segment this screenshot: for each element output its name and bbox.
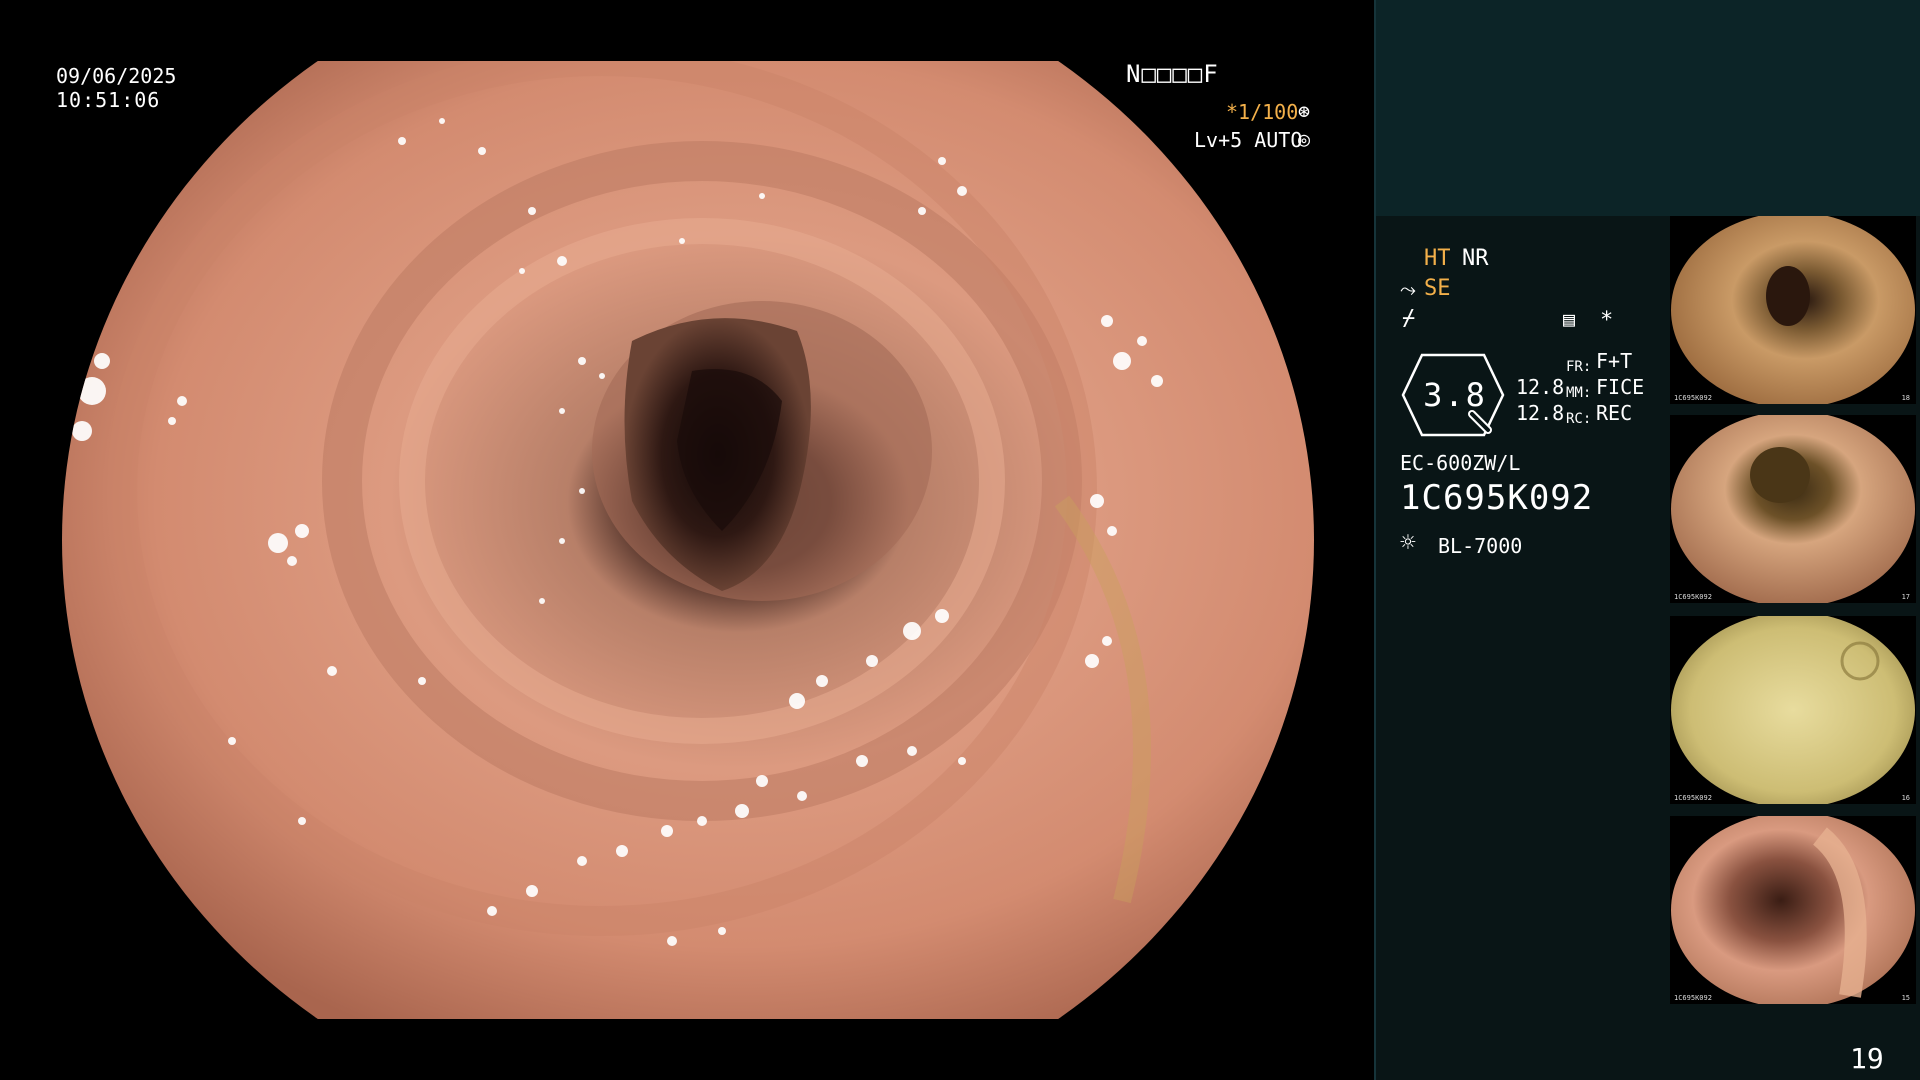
colon-lumen-image xyxy=(62,61,1314,1019)
rc-value: REC xyxy=(1596,401,1633,425)
fr-label: FR: xyxy=(1566,359,1592,375)
panel-header-area xyxy=(1374,0,1920,216)
grid-icon: ▤ xyxy=(1563,307,1576,331)
iris-icon: ◎ xyxy=(1298,127,1311,151)
thumbnail-number: 16 xyxy=(1901,794,1910,802)
enhance-icon: ⌿ xyxy=(1402,306,1416,331)
panel-divider xyxy=(1374,0,1376,1080)
thumbnail-number: 17 xyxy=(1901,593,1910,601)
thumbnail-number: 18 xyxy=(1901,394,1910,402)
aperture-icon: ⊛ xyxy=(1298,99,1311,123)
nr-indicator: NR xyxy=(1462,246,1489,271)
exam-time: 10:51:06 xyxy=(56,88,161,112)
brightness-level: Lv+5 AUTO xyxy=(1194,128,1303,152)
thumbnail-image xyxy=(1670,415,1916,603)
thumbnail-label: 1C695K092 xyxy=(1674,394,1712,402)
thumbnail-number: 15 xyxy=(1901,994,1910,1002)
se-indicator: SE xyxy=(1424,276,1451,301)
thumbnail-label: 1C695K092 xyxy=(1674,994,1712,1002)
thumbnail-image xyxy=(1670,616,1916,804)
fr-value: F+T xyxy=(1596,349,1633,373)
capture-thumbnail[interactable]: 1C695K092 18 xyxy=(1670,216,1916,404)
structure-enhance-icon: ⤳ xyxy=(1400,277,1416,301)
capture-thumbnail[interactable]: 1C695K092 17 xyxy=(1670,415,1916,603)
capture-thumbnail[interactable]: 1C695K092 15 xyxy=(1670,816,1916,1004)
ht-indicator: HT xyxy=(1424,246,1451,271)
star-icon: * xyxy=(1600,308,1614,333)
shutter-speed: *1/100 xyxy=(1226,100,1299,124)
setting-value-2: 12.8 xyxy=(1516,401,1565,425)
page-number: 19 xyxy=(1850,1042,1884,1075)
thumbnail-image xyxy=(1670,816,1916,1004)
rc-label: RC: xyxy=(1566,411,1592,427)
setting-value-1: 12.8 xyxy=(1516,375,1565,399)
exam-date: 09/06/2025 xyxy=(56,64,177,88)
light-source-icon: ☼ xyxy=(1400,528,1416,558)
thumbnail-label: 1C695K092 xyxy=(1674,794,1712,802)
endoscopy-screen: 09/06/2025 10:51:06 N□□□□F *1/100 ⊛ Lv+5… xyxy=(0,0,1920,1080)
mm-value: FICE xyxy=(1596,375,1645,399)
endoscope-live-view xyxy=(62,61,1314,1019)
thumbnail-label: 1C695K092 xyxy=(1674,593,1712,601)
mode-indicator: N□□□□F xyxy=(1126,60,1219,88)
zoom-value: 3.8 xyxy=(1423,376,1487,414)
scope-model: EC-600ZW/L xyxy=(1400,451,1521,475)
mm-label: MM: xyxy=(1566,385,1592,401)
scope-serial: 1C695K092 xyxy=(1400,478,1594,518)
thumbnail-image xyxy=(1670,216,1916,404)
capture-thumbnail[interactable]: 1C695K092 16 xyxy=(1670,616,1916,804)
light-source-label: BL-7000 xyxy=(1438,534,1523,558)
